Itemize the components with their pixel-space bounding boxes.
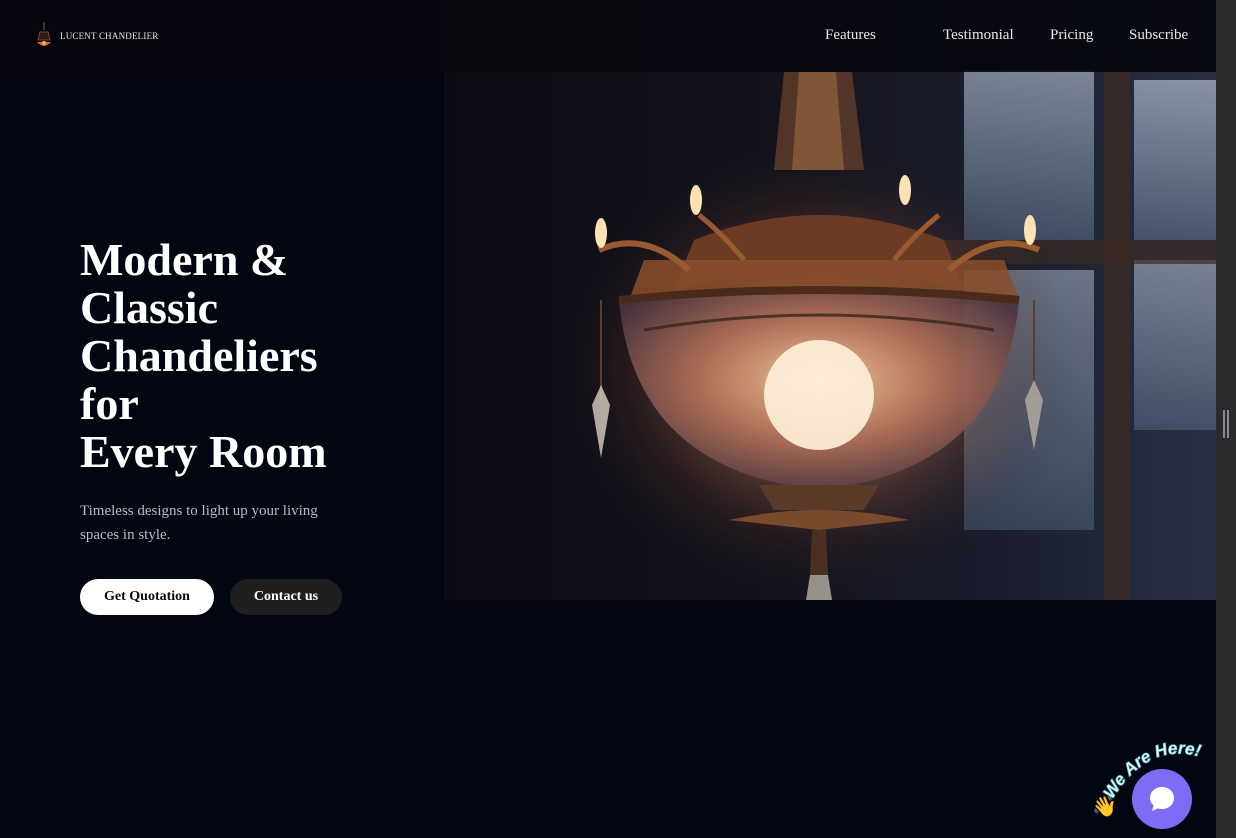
- hero-title: Modern & Classic Chandeliers for Every R…: [80, 236, 400, 476]
- contact-us-button[interactable]: Contact us: [230, 579, 342, 615]
- get-quotation-button[interactable]: Get Quotation: [80, 579, 214, 615]
- nav-link-testimonial[interactable]: Testimonial: [943, 27, 1014, 44]
- chat-open-button[interactable]: [1132, 769, 1192, 829]
- scrollbar-grip[interactable]: [1223, 410, 1229, 438]
- nav-link-features[interactable]: Features: [825, 27, 876, 44]
- hero-title-line: Every Room: [80, 426, 327, 477]
- page-scrollbar[interactable]: [1216, 0, 1236, 838]
- waving-hand-icon: 👋: [1092, 796, 1117, 818]
- chandelier-illustration: [444, 0, 1216, 600]
- hero-chandelier-image: [444, 0, 1216, 600]
- hero-title-line: Chandeliers: [80, 330, 318, 381]
- chat-bubble-icon: [1150, 787, 1174, 811]
- hero-subtitle: Timeless designs to light up your living…: [80, 503, 318, 543]
- brand-name: LUCENT CHANDELIER: [60, 31, 159, 41]
- hero-title-line: Modern &: [80, 234, 289, 285]
- brand-logo[interactable]: LUCENT CHANDELIER: [34, 22, 158, 50]
- nav-link-pricing[interactable]: Pricing: [1050, 27, 1093, 44]
- chat-widget[interactable]: We Are Here! 👋: [1090, 738, 1216, 834]
- nav-link-subscribe[interactable]: Subscribe: [1129, 27, 1188, 44]
- hero-title-line: Classic: [80, 282, 218, 333]
- hero-title-line: for: [80, 378, 139, 429]
- site-header: LUCENT CHANDELIER Features Testimonial P…: [0, 0, 1216, 72]
- chandelier-logo-icon: [37, 22, 51, 46]
